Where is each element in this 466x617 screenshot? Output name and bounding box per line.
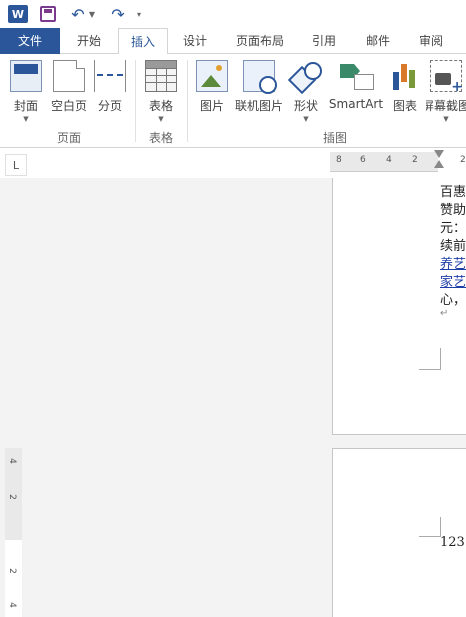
table-icon <box>145 60 177 92</box>
paragraph-mark: ↵ <box>440 308 449 319</box>
page-break-button[interactable]: 分页 <box>94 58 126 128</box>
cover-page-button[interactable]: 封面 ▼ <box>8 58 44 128</box>
online-picture-icon <box>243 60 277 94</box>
ruler-tick: 2 <box>412 155 418 165</box>
text-line: 百惠 <box>440 185 466 200</box>
page-text[interactable]: 百惠 赞助 元： 续前 养艺 家艺 心， <box>440 184 466 310</box>
picture-button[interactable]: 图片 <box>196 58 228 128</box>
shapes-label: 形状 <box>293 99 318 113</box>
ruler-tick: 4 <box>6 602 17 608</box>
ruler-tick: 8 <box>336 155 342 165</box>
shapes-button[interactable]: 形状 ▼ <box>290 58 322 128</box>
undo-dropdown-icon[interactable]: ▼ <box>88 5 96 23</box>
smartart-label: SmartArt <box>328 97 384 111</box>
text-line: 赞助 <box>440 203 466 218</box>
chart-icon <box>389 60 421 92</box>
text-line: 元： <box>440 221 466 236</box>
picture-label: 图片 <box>199 99 224 113</box>
group-label-illustrations: 插图 <box>322 131 347 145</box>
chart-label: 图表 <box>392 99 417 113</box>
blank-page-button[interactable]: 空白页 <box>48 58 90 128</box>
ruler-tick: 2 <box>460 155 466 165</box>
shapes-icon <box>290 60 322 92</box>
group-separator <box>187 60 188 142</box>
chevron-down-icon: ▼ <box>158 115 164 123</box>
chevron-down-icon: ▼ <box>443 115 449 123</box>
document-canvas[interactable]: 百惠 赞助 元： 续前 养艺 家艺 心， ↵ 123↵ <box>0 178 466 617</box>
ribbon-tabs: 文件 开始 插入 设计 页面布局 引用 邮件 审阅 <box>0 28 466 55</box>
chart-button[interactable]: 图表 <box>390 58 420 128</box>
blank-page-icon <box>53 60 85 92</box>
chevron-down-icon: ▼ <box>303 115 309 123</box>
cover-page-label: 封面 <box>13 99 38 113</box>
quick-access-toolbar: W ↶ ▼ ↷ ▾ <box>0 0 466 28</box>
undo-icon[interactable]: ↶ <box>68 5 88 24</box>
group-label-tables: 表格 <box>148 131 173 145</box>
tab-references[interactable]: 引用 <box>298 28 350 54</box>
ruler-tick: 6 <box>360 155 366 165</box>
table-label: 表格 <box>148 99 173 113</box>
online-picture-label: 联机图片 <box>234 99 283 113</box>
text-line-link: 养艺 <box>440 257 466 272</box>
screenshot-icon <box>430 60 463 95</box>
vertical-ruler[interactable]: 4 2 2 4 <box>5 448 22 617</box>
group-separator <box>135 60 136 142</box>
word-logo-icon: W <box>8 5 28 23</box>
tab-design[interactable]: 设计 <box>168 28 222 54</box>
tab-insert[interactable]: 插入 <box>118 28 168 55</box>
ruler-tick: 2 <box>6 494 17 500</box>
tab-mailings[interactable]: 邮件 <box>350 28 406 54</box>
page-break-label: 分页 <box>97 99 122 113</box>
text-line: 续前 <box>440 239 466 254</box>
chevron-down-icon: ▼ <box>23 115 29 123</box>
cover-page-icon <box>10 60 42 92</box>
save-icon[interactable] <box>40 6 56 22</box>
ruler-tick: 4 <box>386 155 392 165</box>
picture-icon <box>196 60 228 92</box>
ruler-tick: 4 <box>6 458 17 464</box>
page-crop-mark <box>419 517 441 537</box>
screenshot-button[interactable]: 屏幕截图 ▼ <box>426 58 466 128</box>
tab-file[interactable]: 文件 <box>0 28 60 54</box>
horizontal-ruler[interactable]: 8 6 4 2 2 <box>330 152 466 172</box>
group-label-pages: 页面 <box>56 131 81 145</box>
redo-icon[interactable]: ↷ <box>108 5 128 24</box>
tab-page-layout[interactable]: 页面布局 <box>222 28 298 54</box>
text-line-link: 家艺 <box>440 275 466 290</box>
document-page[interactable]: 百惠 赞助 元： 续前 养艺 家艺 心， ↵ <box>332 178 466 435</box>
page-text[interactable]: 123↵ <box>440 535 466 550</box>
page-crop-mark <box>419 348 441 370</box>
indent-marker-icon[interactable] <box>433 150 445 178</box>
blank-page-label: 空白页 <box>50 99 87 113</box>
smartart-button[interactable]: SmartArt <box>328 58 384 128</box>
page-break-icon <box>94 60 126 92</box>
screenshot-label: 屏幕截图 <box>426 99 466 113</box>
tab-review[interactable]: 审阅 <box>406 28 456 54</box>
ribbon-insert: 封面 ▼ 空白页 分页 页面 表格 ▼ 表格 图片 联机图片 形状 ▼ Smar… <box>0 54 466 148</box>
online-picture-button[interactable]: 联机图片 <box>234 58 284 128</box>
smartart-icon <box>340 60 374 92</box>
customize-qat-icon[interactable]: ▾ <box>134 5 144 23</box>
tab-stop-selector[interactable]: L <box>5 154 27 176</box>
document-page[interactable]: 123↵ <box>332 448 466 617</box>
tab-home[interactable]: 开始 <box>60 28 118 54</box>
table-button[interactable]: 表格 ▼ <box>143 58 179 128</box>
ruler-tick: 2 <box>6 568 17 574</box>
